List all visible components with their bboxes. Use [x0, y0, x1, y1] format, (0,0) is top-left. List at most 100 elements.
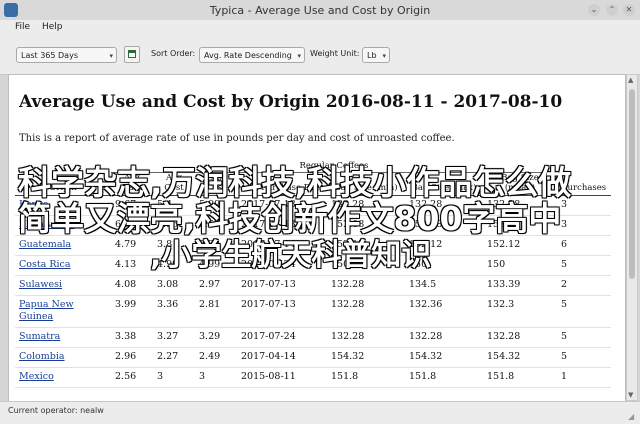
table-cell: 3.29 — [199, 331, 221, 342]
table-cell: 132.36 — [409, 299, 443, 310]
origin-link[interactable]: Mexico — [19, 371, 54, 382]
close-button[interactable]: ✕ — [623, 4, 635, 16]
table-cell: 152.08 — [487, 219, 521, 230]
origin-link[interactable]: Sulawesi — [19, 279, 62, 290]
table-row: Sumatra 3.38 3.27 3.29 2017-07-24 132.28 132.2… — [15, 328, 611, 348]
origin-cell: El Salvador — [15, 216, 111, 236]
menu-bar: File Help — [0, 20, 640, 36]
table-cell: 2017-04-14 — [241, 351, 296, 362]
minimize-button[interactable]: ⌄ — [588, 4, 600, 16]
status-bar: Current operator: nealw ◢ — [0, 401, 640, 424]
table-cell: 2017-07-24 — [241, 259, 296, 270]
col-purchases: Purchases — [557, 172, 611, 196]
sort-order-select[interactable]: Avg. Rate Descending ▾ — [199, 47, 305, 63]
scroll-up-icon[interactable]: ▲ — [628, 76, 636, 84]
table-row: Mexico 2.56 3 3 2015-08-11 151.8 151.8 151.8 1 — [15, 368, 611, 388]
origin-cell: Sulawesi — [15, 276, 111, 296]
table-cell: 4.08 — [115, 279, 137, 290]
chevron-down-icon: ▾ — [297, 52, 301, 60]
table-cell: 134.5 — [409, 279, 437, 290]
table-cell: 5 — [561, 299, 568, 310]
table-cell: 2017-07-24 — [241, 331, 296, 342]
col-bag-size-mean: Bag Size (mean) — [483, 172, 557, 196]
origin-link[interactable]: Colombia — [19, 351, 65, 362]
scroll-down-icon[interactable]: ▼ — [628, 391, 636, 399]
origin-link[interactable]: Sumatra — [19, 331, 60, 342]
table-cell: 154.32 — [331, 351, 365, 362]
origin-cell: Papua New Guinea — [15, 296, 111, 328]
origin-link[interactable]: Guatemala — [19, 239, 71, 250]
calendar-icon — [128, 50, 136, 58]
origin-cell: Colombia — [15, 348, 111, 368]
table-row: Guatemala 4.79 3.8 3.32 2017-07-14 152.12 152.… — [15, 236, 611, 256]
origin-link[interactable]: Kenya — [19, 199, 49, 210]
table-cell: 5 — [561, 351, 568, 362]
table-cell: 2017-07-13 — [241, 299, 296, 310]
table-cell: 132.28 — [487, 199, 521, 210]
table-cell: 3.08 — [157, 279, 179, 290]
report-description: This is a report of average rate of use … — [19, 133, 455, 144]
table-cell: 152.12 — [487, 239, 521, 250]
table-cell: 3.99 — [115, 299, 137, 310]
menu-file[interactable]: File — [15, 22, 30, 32]
scrollbar-thumb[interactable] — [629, 89, 635, 279]
table-cell: 151.8 — [487, 371, 515, 382]
vertical-scrollbar[interactable]: ▲ ▼ — [626, 74, 638, 401]
maximize-button[interactable]: ⌃ — [606, 4, 618, 16]
table-cell: 2 — [561, 279, 568, 290]
table-row: Costa Rica 4.13 4.99 4.99 2017-07-24 150 150 15… — [15, 256, 611, 276]
table-cell: 2017-07-14 — [241, 239, 296, 250]
table-cell: 3.38 — [115, 331, 137, 342]
toolbar: Last 365 Days ▾ Sort Order: Avg. Rate De… — [0, 36, 640, 75]
sort-order-label: Sort Order: — [151, 49, 196, 58]
table-cell: 4.99 — [199, 259, 221, 270]
table-cell: 132.28 — [409, 331, 443, 342]
origin-cell: Costa Rica — [15, 256, 111, 276]
table-cell: 132.28 — [331, 279, 365, 290]
weight-unit-label: Weight Unit: — [310, 49, 360, 58]
calendar-button[interactable] — [124, 46, 140, 63]
table-cell: 2015-08-11 — [241, 371, 296, 382]
table-cell: 4.99 — [157, 259, 179, 270]
report-title: Average Use and Cost by Origin 2016-08-1… — [19, 92, 563, 112]
origin-cell: Guatemala — [15, 236, 111, 256]
origin-link[interactable]: El Salvador — [19, 219, 75, 230]
chevron-down-icon: ▾ — [382, 52, 386, 60]
table-cell: 150 — [331, 259, 350, 270]
table-cell: 133.39 — [487, 279, 521, 290]
window-title: Typica - Average Use and Cost by Origin — [209, 4, 431, 17]
table-cell: 2.81 — [199, 299, 221, 310]
table-cell: 2.56 — [115, 371, 137, 382]
table-cell: 154.32 — [409, 351, 443, 362]
col-last-cost: Last Cost — [195, 172, 237, 196]
date-range-select[interactable]: Last 365 Days ▾ — [16, 47, 117, 63]
table-cell: 9.67 — [115, 199, 137, 210]
table-cell: 5 — [561, 259, 568, 270]
table-cell: 3.27 — [157, 331, 179, 342]
table-cell: 132.28 — [409, 199, 443, 210]
table-cell: 152.12 — [409, 239, 443, 250]
table-cell: 4.13 — [115, 259, 137, 270]
table-cell: 150 — [409, 259, 428, 270]
table-cell: 3 — [157, 371, 164, 382]
origin-link[interactable]: Costa Rica — [19, 259, 71, 270]
table-cell: 3.8 — [157, 239, 173, 250]
report-view[interactable]: Average Use and Cost by Origin 2016-08-1… — [8, 74, 626, 403]
col-avg-rate: Avg Rate — [111, 172, 153, 196]
title-bar: Typica - Average Use and Cost by Origin … — [0, 0, 640, 21]
menu-help[interactable]: Help — [42, 22, 63, 32]
col-bag-size-max: Bag Size (max) — [405, 172, 483, 196]
weight-unit-select[interactable]: Lb ▾ — [362, 47, 390, 63]
table-cell: 3.59 — [199, 219, 221, 230]
table-row: Sulawesi 4.08 3.08 2.97 2017-07-13 132.28 134.… — [15, 276, 611, 296]
table-cell: 5.99 — [199, 199, 221, 210]
origin-link[interactable]: Papua New Guinea — [19, 299, 74, 322]
table-cell: 132.28 — [331, 331, 365, 342]
col-avg-cost: Avg Cost — [153, 172, 195, 196]
table-cell: 4.79 — [115, 239, 137, 250]
table-cell: 132.28 — [331, 299, 365, 310]
resize-grip-icon[interactable]: ◢ — [628, 412, 638, 422]
origin-cell: Sumatra — [15, 328, 111, 348]
sort-order-value: Avg. Rate Descending — [204, 51, 292, 60]
table-row: El Salvador 6.51 3.55 3.59 2017-07-13 152.08 1… — [15, 216, 611, 236]
